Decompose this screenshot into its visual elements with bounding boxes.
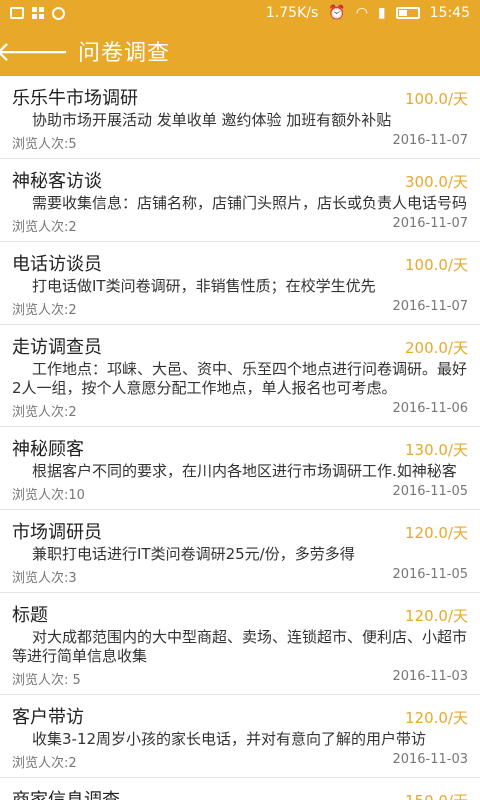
item-views: 浏览人次: 5 <box>12 673 81 688</box>
item-title: 走访调查员 <box>12 337 102 358</box>
list-item[interactable]: 标题 120.0/天 对大成都范围内的大中型商超、卖场、连锁超市、便利店、小超市… <box>0 593 480 695</box>
status-notifications <box>10 6 65 20</box>
list-item[interactable]: 走访调查员 200.0/天 工作地点：邛崃、大邑、资中、乐至四个地点进行问卷调研… <box>0 325 480 427</box>
item-title: 商家信息调查 <box>12 786 120 800</box>
back-button[interactable]: 🡐 <box>0 26 70 76</box>
item-views: 浏览人次:2 <box>12 220 77 235</box>
list-item[interactable]: 商家信息调查 150.0/天 <box>0 778 480 800</box>
item-views: 浏览人次:3 <box>12 571 77 586</box>
item-price: 120.0/天 <box>405 524 468 542</box>
item-date: 2016-11-07 <box>392 299 468 314</box>
battery-icon <box>395 7 420 19</box>
item-views: 浏览人次:5 <box>12 137 77 152</box>
wifi-icon: ◠ <box>355 5 368 21</box>
item-date: 2016-11-03 <box>392 669 468 684</box>
item-title: 电话访谈员 <box>12 254 102 275</box>
item-description: 打电话做IT类问卷调研，非销售性质；在校学生优先 <box>32 277 376 295</box>
item-price: 150.0/天 <box>405 790 468 800</box>
image-icon <box>10 7 24 19</box>
arrow-left-icon: 🡐 <box>0 35 70 68</box>
item-title: 神秘顾客 <box>12 439 84 460</box>
item-price: 200.0/天 <box>405 339 468 357</box>
item-description: 工作地点：邛崃、大邑、资中、乐至四个地点进行问卷调研。最好2人一组，按个人意愿分… <box>12 360 468 397</box>
item-description: 收集3-12周岁小孩的家长电话，并对有意向了解的用户带访 <box>32 730 427 748</box>
list-item[interactable]: 乐乐牛市场调研 100.0/天 协助市场开展活动 发单收单 邀约体验 加班有额外… <box>0 76 480 159</box>
list-item[interactable]: 客户带访 120.0/天 收集3-12周岁小孩的家长电话，并对有意向了解的用户带… <box>0 695 480 778</box>
item-description: 对大成都范围内的大中型商超、卖场、连锁超市、便利店、小超市等进行简单信息收集 <box>12 628 468 665</box>
survey-list: 乐乐牛市场调研 100.0/天 协助市场开展活动 发单收单 邀约体验 加班有额外… <box>0 76 480 800</box>
item-price: 100.0/天 <box>405 256 468 274</box>
network-speed: 1.75K/s <box>265 5 319 21</box>
item-price: 120.0/天 <box>405 709 468 727</box>
item-title: 神秘客访谈 <box>12 171 102 192</box>
list-item[interactable]: 电话访谈员 100.0/天 打电话做IT类问卷调研，非销售性质；在校学生优先 浏… <box>0 242 480 325</box>
item-views: 浏览人次:2 <box>12 405 77 420</box>
alarm-icon: ⏰ <box>328 5 346 21</box>
clock: 15:45 <box>429 5 470 21</box>
item-views: 浏览人次:2 <box>12 756 77 771</box>
item-date: 2016-11-06 <box>392 401 468 416</box>
item-views: 浏览人次:10 <box>12 488 85 503</box>
item-title: 市场调研员 <box>12 522 102 543</box>
item-price: 100.0/天 <box>405 90 468 108</box>
item-description: 兼职打电话进行IT类问卷调研25元/份，多劳多得 <box>32 545 355 563</box>
item-title: 客户带访 <box>12 707 84 728</box>
status-app-icon <box>52 6 65 20</box>
item-views: 浏览人次:2 <box>12 303 77 318</box>
list-item[interactable]: 市场调研员 120.0/天 兼职打电话进行IT类问卷调研25元/份，多劳多得 浏… <box>0 510 480 593</box>
item-date: 2016-11-05 <box>392 484 468 499</box>
item-date: 2016-11-03 <box>392 752 468 767</box>
item-date: 2016-11-07 <box>392 133 468 148</box>
item-date: 2016-11-05 <box>392 567 468 582</box>
apps-icon <box>32 7 44 19</box>
item-title: 乐乐牛市场调研 <box>12 88 138 109</box>
item-description: 根据客户不同的要求，在川内各地区进行市场调研工作.如神秘客 <box>32 462 457 480</box>
item-date: 2016-11-07 <box>392 216 468 231</box>
item-description: 需要收集信息：店铺名称，店铺门头照片，店长或负责人电话号码 <box>32 194 468 212</box>
list-item[interactable]: 神秘客访谈 300.0/天 需要收集信息：店铺名称，店铺门头照片，店长或负责人电… <box>0 159 480 242</box>
list-item[interactable]: 神秘顾客 130.0/天 根据客户不同的要求，在川内各地区进行市场调研工作.如神… <box>0 427 480 510</box>
item-price: 120.0/天 <box>405 607 468 625</box>
app-bar: 🡐 问卷调查 <box>0 26 480 76</box>
item-title: 标题 <box>12 605 48 626</box>
signal-icon: ▮ <box>377 5 386 21</box>
status-indicators: 1.75K/s ⏰ ◠ ▮ 15:45 <box>266 5 470 21</box>
item-price: 130.0/天 <box>405 441 468 459</box>
page-title: 问卷调查 <box>78 41 171 66</box>
status-bar: 1.75K/s ⏰ ◠ ▮ 15:45 <box>0 0 480 26</box>
item-price: 300.0/天 <box>405 173 468 191</box>
item-description: 协助市场开展活动 发单收单 邀约体验 加班有额外补贴 <box>32 111 392 129</box>
